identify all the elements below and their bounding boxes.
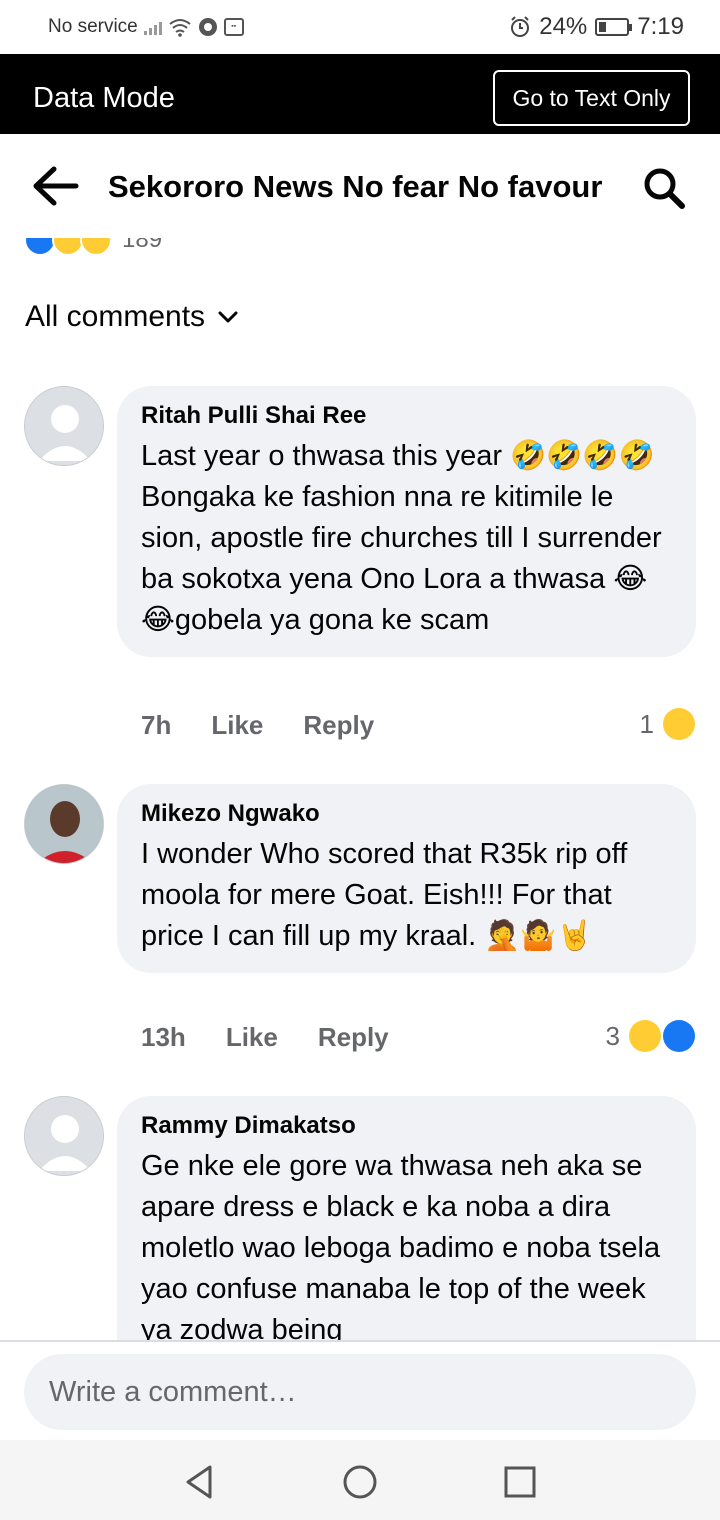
filter-label: All comments xyxy=(25,300,206,333)
haha-reaction-icon xyxy=(663,708,695,740)
chrome-icon xyxy=(198,18,217,36)
comment-filter[interactable]: All comments xyxy=(25,300,239,334)
default-avatar-icon xyxy=(25,387,103,465)
comment-author[interactable]: Mikezo Ngwako xyxy=(141,798,672,830)
comment-time: 13h xyxy=(141,1022,186,1052)
like-reaction-icon xyxy=(663,1020,695,1052)
avatar[interactable] xyxy=(24,386,104,466)
comment-reactions[interactable]: 1 xyxy=(640,708,696,740)
avatar[interactable] xyxy=(24,784,104,864)
search-icon[interactable] xyxy=(642,166,686,210)
avatar[interactable] xyxy=(24,1096,104,1176)
nav-home-icon[interactable] xyxy=(340,1462,380,1502)
comment-text: Ge nke ele gore wa thwasa neh aka se apa… xyxy=(141,1150,661,1346)
status-left: No service ▪▪ xyxy=(48,16,244,38)
comment-actions: 7h Like Reply xyxy=(141,710,414,741)
comment-actions: 13h Like Reply xyxy=(141,1022,429,1053)
reply-button[interactable]: Reply xyxy=(303,710,374,741)
comment-reaction-count: 1 xyxy=(639,708,654,739)
like-button[interactable]: Like xyxy=(226,1022,278,1053)
comment-bubble[interactable]: Ritah Pulli Shai Ree Last year o thwasa … xyxy=(117,386,696,657)
wifi-icon xyxy=(169,19,191,37)
comment-text: Last year o thwasa this year 🤣🤣🤣🤣Bongaka… xyxy=(141,440,662,636)
data-mode-label: Data Mode xyxy=(33,82,175,114)
comment-composer-bar xyxy=(0,1340,720,1440)
status-bar: No service ▪▪ 24% 7:19 xyxy=(0,0,720,54)
like-button[interactable]: Like xyxy=(211,710,263,741)
comment-input[interactable] xyxy=(24,1354,696,1430)
comment-author[interactable]: Ritah Pulli Shai Ree xyxy=(141,400,672,432)
default-avatar-icon xyxy=(25,1097,103,1175)
battery-icon xyxy=(595,18,633,36)
alarm-icon xyxy=(511,16,530,37)
signal-icon xyxy=(143,19,162,35)
data-mode-bar: Data Mode Go to Text Only xyxy=(0,54,720,134)
comment-time: 7h xyxy=(141,710,172,740)
comment-bubble[interactable]: Mikezo Ngwako I wonder Who scored that R… xyxy=(117,784,696,973)
go-to-text-only-button[interactable]: Go to Text Only xyxy=(493,70,690,126)
clock: 7:19 xyxy=(637,13,684,40)
system-nav-bar xyxy=(0,1440,720,1520)
page-title: Sekororo News No fear No favour xyxy=(108,169,603,204)
nav-recents-icon[interactable] xyxy=(500,1462,540,1502)
reply-button[interactable]: Reply xyxy=(318,1022,389,1053)
comment-author[interactable]: Rammy Dimakatso xyxy=(141,1110,672,1142)
battery-percent: 24% xyxy=(539,13,588,40)
app-box-icon: ▪▪ xyxy=(223,18,244,36)
header-overlap-mask xyxy=(0,215,720,238)
status-right: 24% 7:19 xyxy=(509,13,684,41)
comment-reaction-count: 3 xyxy=(605,1020,620,1051)
chevron-down-icon xyxy=(218,311,238,323)
haha-reaction-icon xyxy=(629,1020,661,1052)
nav-back-icon[interactable] xyxy=(180,1462,220,1502)
carrier-label: No service xyxy=(48,16,138,37)
user-photo-icon xyxy=(25,785,103,863)
back-arrow-icon[interactable] xyxy=(30,164,80,208)
comment-text: I wonder Who scored that R35k rip off mo… xyxy=(141,838,628,952)
comment-reactions[interactable]: 3 xyxy=(606,1020,696,1052)
